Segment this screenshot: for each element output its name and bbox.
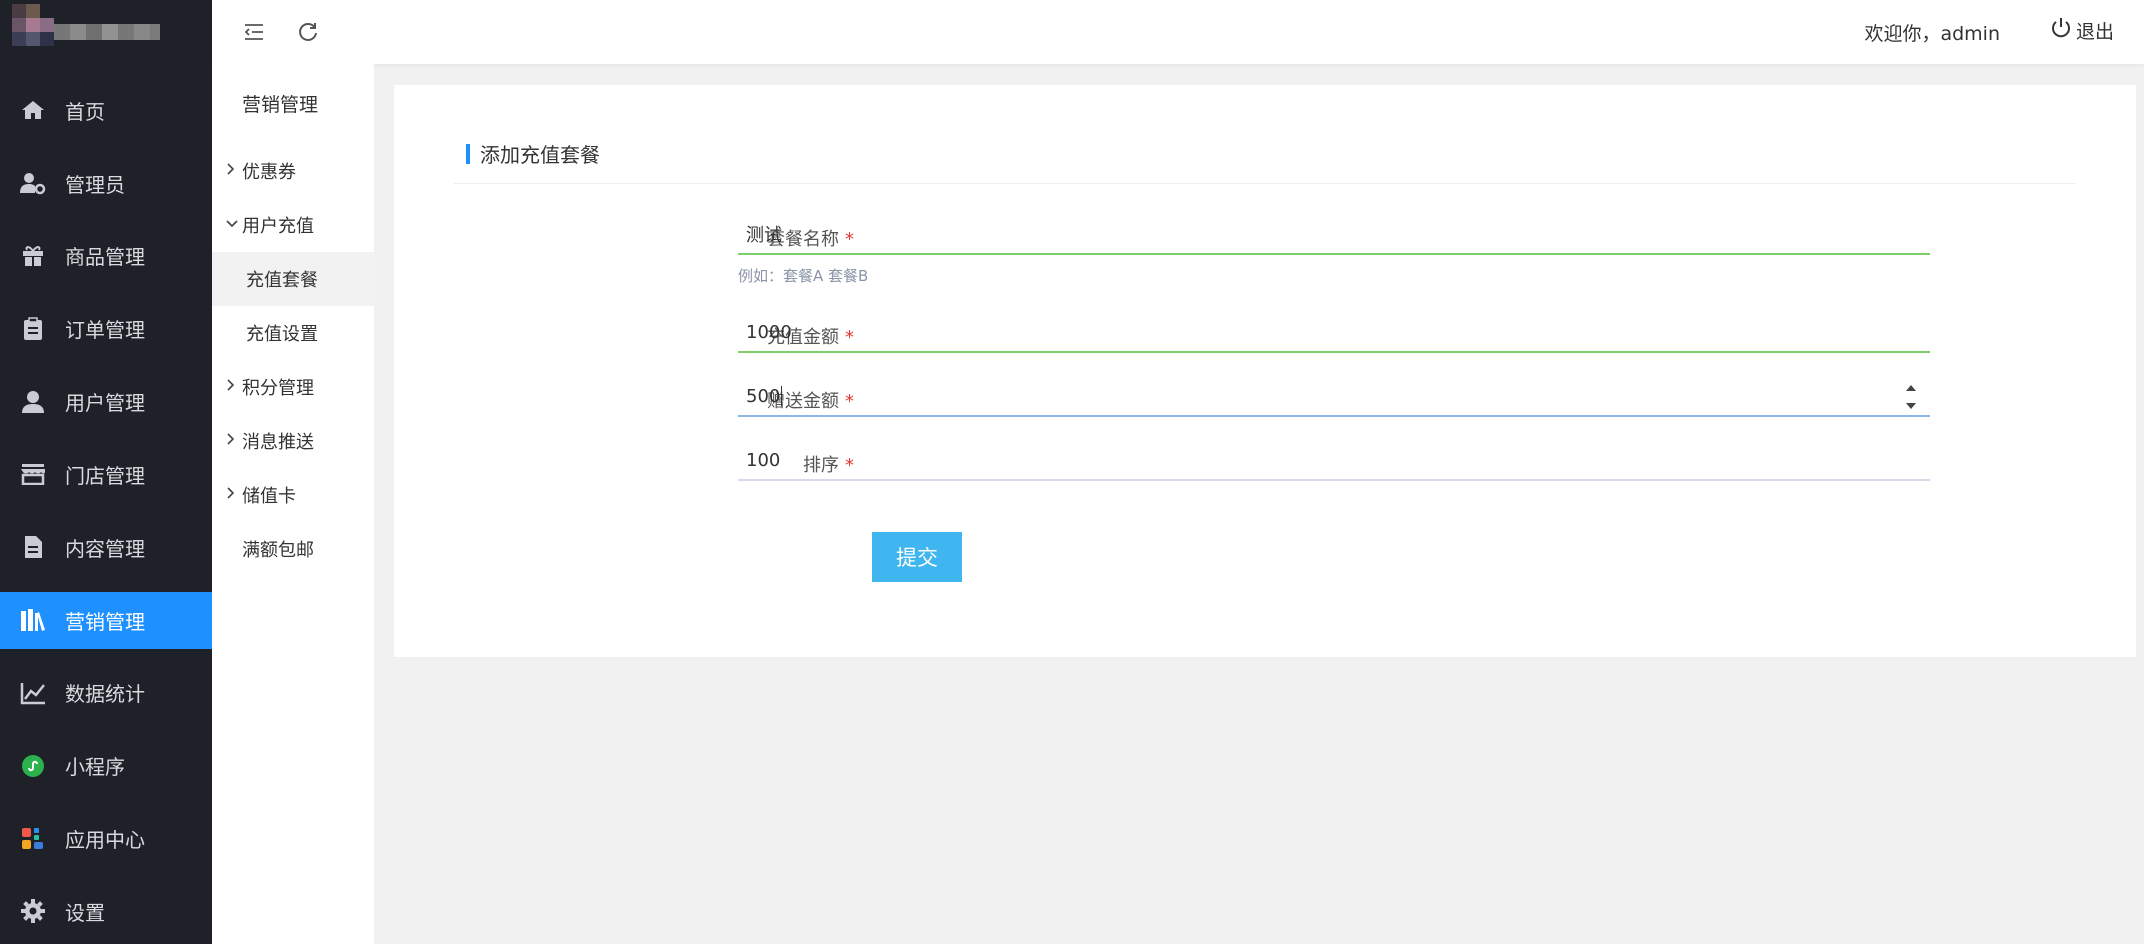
line-chart-icon (17, 677, 49, 709)
chevron-right-icon (226, 433, 240, 449)
submenu-label: 充值设置 (246, 324, 318, 345)
home-icon (17, 94, 49, 126)
form-card: 添加充值套餐 套餐名称 * 测试 例如：套餐A 套餐B 充值金额 * 1000 赠送… (394, 85, 2136, 657)
submenu-group-recharge[interactable]: 用户充值 (212, 198, 374, 252)
sidebar-item-users[interactable]: 用户管理 (0, 365, 212, 438)
submenu-label: 消息推送 (242, 432, 314, 453)
number-stepper[interactable] (1902, 384, 1920, 410)
sidebar-item-settings[interactable]: 设置 (0, 875, 212, 944)
package-name-input[interactable]: 测试 (738, 215, 1930, 255)
submenu-group-push[interactable]: 消息推送 (212, 414, 374, 468)
submenu-group-points[interactable]: 积分管理 (212, 360, 374, 414)
sidebar-item-label: 设置 (65, 900, 105, 925)
collapse-menu-icon[interactable] (240, 18, 268, 46)
books-icon (17, 604, 49, 636)
package-name-hint: 例如：套餐A 套餐B (738, 267, 869, 285)
sidebar-item-label: 营销管理 (65, 609, 145, 634)
sort-input[interactable]: 100 (738, 441, 1930, 481)
submenu-item-free-shipping[interactable]: 满额包邮 (212, 522, 374, 576)
user-icon (17, 386, 49, 418)
chevron-right-icon (226, 163, 240, 179)
sidebar-item-label: 订单管理 (65, 318, 145, 343)
sidebar-item-orders[interactable]: 订单管理 (0, 292, 212, 365)
sidebar-nav: 首页 管理员 商品管理 订单管理 用户管理 门店管理 内容管理 营销管理 数据统… (0, 74, 212, 944)
sidebar-item-label: 管理员 (65, 172, 125, 197)
sidebar-item-products[interactable]: 商品管理 (0, 220, 212, 293)
chevron-right-icon (226, 379, 240, 395)
title-accent-bar (466, 143, 470, 164)
document-icon (17, 531, 49, 563)
welcome-text: 欢迎你，admin (1864, 23, 2000, 45)
form-title-text: 添加充值套餐 (480, 143, 600, 167)
secondary-menu-title: 营销管理 (242, 94, 319, 116)
submenu-label: 储值卡 (242, 486, 296, 507)
power-icon (2050, 17, 2072, 44)
sidebar-item-label: 数据统计 (65, 682, 145, 707)
sidebar-item-stores[interactable]: 门店管理 (0, 438, 212, 511)
submenu-label: 优惠券 (242, 162, 296, 183)
sidebar-item-content[interactable]: 内容管理 (0, 511, 212, 584)
submenu-label: 满额包邮 (242, 540, 314, 561)
sidebar-item-label: 商品管理 (65, 245, 145, 270)
sidebar-item-label: 小程序 (65, 755, 125, 780)
clipboard-icon (17, 313, 49, 345)
text-cursor (781, 386, 783, 406)
submenu-item-recharge-settings[interactable]: 充值设置 (212, 306, 374, 360)
chevron-down-icon (226, 217, 240, 233)
divider (454, 183, 2076, 184)
sidebar-item-statistics[interactable]: 数据统计 (0, 657, 212, 730)
apps-icon (17, 823, 49, 855)
logout-button[interactable]: 退出 (2050, 17, 2114, 44)
submenu-label: 积分管理 (242, 378, 314, 399)
logout-label: 退出 (2075, 21, 2114, 43)
gear-icon (17, 895, 49, 927)
sidebar-item-label: 应用中心 (65, 828, 145, 853)
submenu-item-recharge-packages[interactable]: 充值套餐 (212, 252, 374, 306)
sidebar-item-label: 用户管理 (65, 391, 145, 416)
refresh-icon[interactable] (294, 18, 322, 46)
store-icon (17, 458, 49, 490)
submenu-label: 充值套餐 (246, 270, 318, 291)
main-sidebar: 首页 管理员 商品管理 订单管理 用户管理 门店管理 内容管理 营销管理 数据统… (0, 0, 212, 944)
sidebar-item-label: 门店管理 (65, 463, 145, 488)
submenu-group-coupons[interactable]: 优惠券 (212, 144, 374, 198)
admin-user-icon (17, 167, 49, 199)
submenu-group-stored-value-card[interactable]: 储值卡 (212, 468, 374, 522)
increment-arrow-icon[interactable] (1905, 384, 1917, 392)
submenu-label: 用户充值 (242, 216, 314, 237)
sidebar-item-miniprogram[interactable]: 小程序 (0, 729, 212, 802)
logo (12, 4, 160, 60)
sidebar-item-admin[interactable]: 管理员 (0, 147, 212, 220)
submit-button[interactable]: 提交 (872, 532, 962, 582)
sidebar-item-label: 内容管理 (65, 536, 145, 561)
form-title: 添加充值套餐 (466, 139, 600, 168)
sidebar-item-home[interactable]: 首页 (0, 74, 212, 147)
recharge-amount-input[interactable]: 1000 (738, 313, 1930, 353)
secondary-menu: 营销管理 优惠券 用户充值 充值套餐 充值设置 积分管理 消息推送 储值卡 满额… (212, 64, 374, 944)
miniprogram-icon (17, 750, 49, 782)
sidebar-item-marketing[interactable]: 营销管理 (0, 591, 212, 649)
gift-icon (17, 240, 49, 272)
sidebar-item-apps[interactable]: 应用中心 (0, 802, 212, 875)
sidebar-item-label: 首页 (65, 99, 105, 124)
decrement-arrow-icon[interactable] (1905, 402, 1917, 410)
top-header: 欢迎你，admin 退出 (212, 0, 2144, 64)
chevron-right-icon (226, 487, 240, 503)
bonus-amount-input[interactable]: 500 (738, 377, 1930, 417)
